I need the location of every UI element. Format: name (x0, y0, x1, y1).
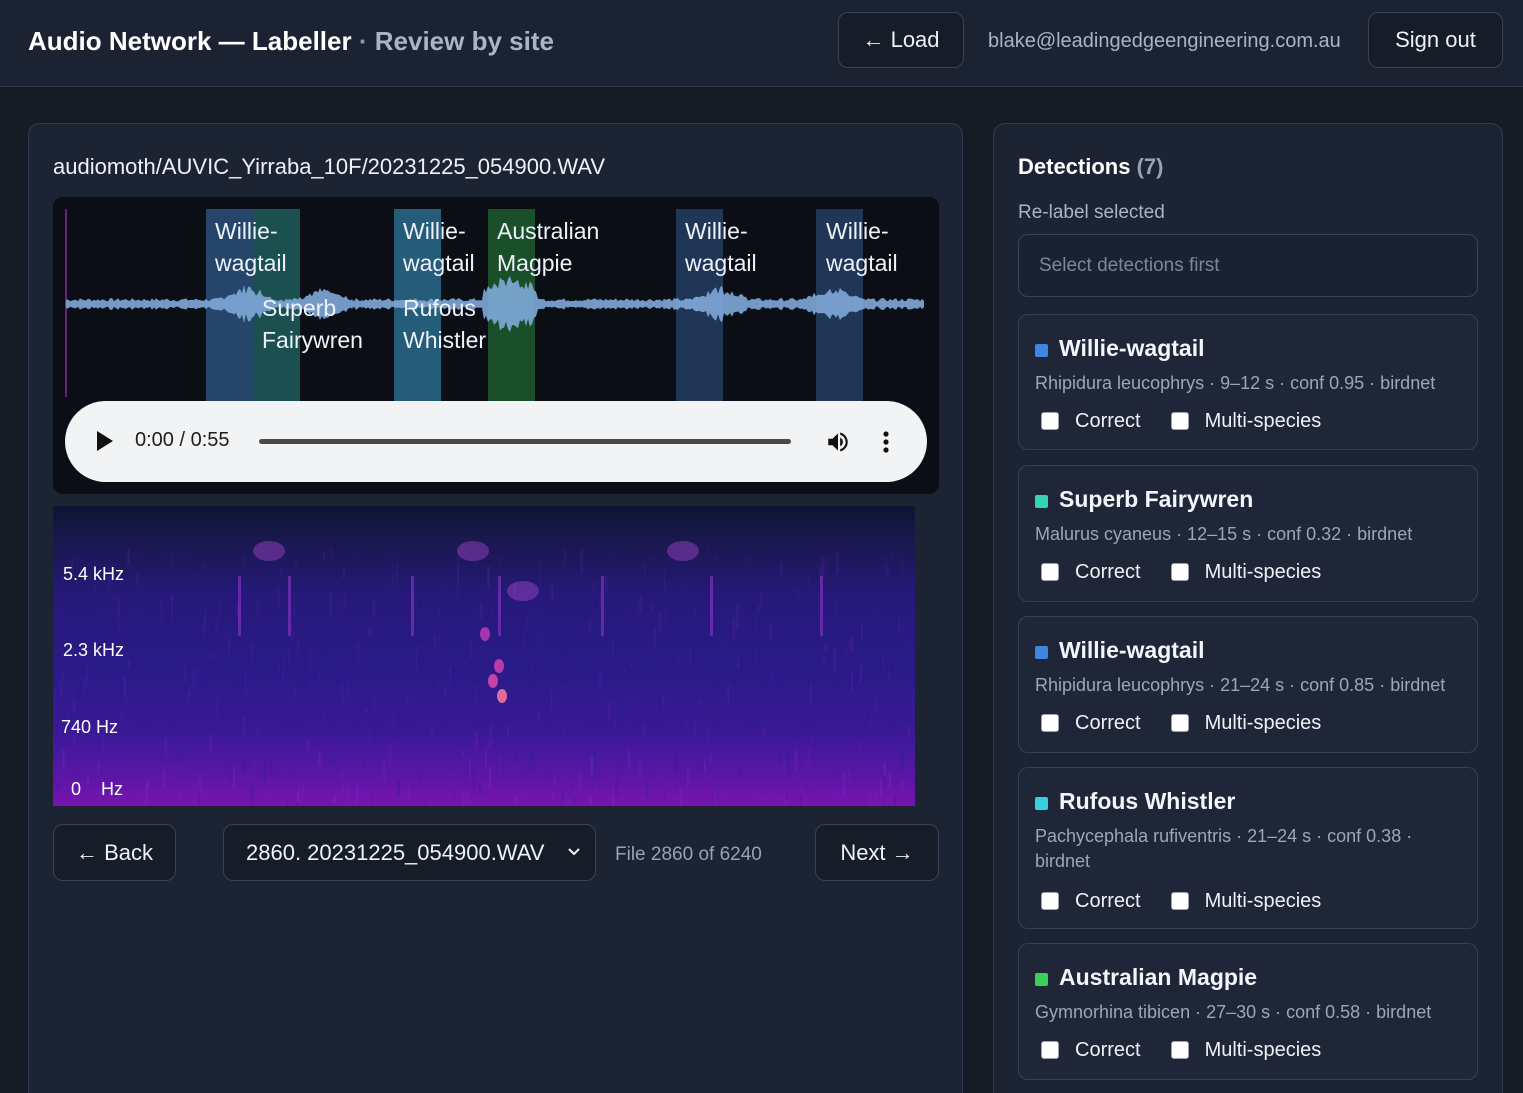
app-name: Audio Network — Labeller (28, 26, 352, 56)
audio-panel: audiomoth/AUVIC_Yirraba_10F/20231225_054… (28, 123, 963, 1093)
species-color-swatch (1035, 797, 1048, 810)
next-button[interactable]: Next → (815, 824, 939, 881)
relabel-select[interactable]: Select detections first (1018, 234, 1478, 297)
seek-bar[interactable] (259, 439, 791, 444)
detection-checkboxes: Correct Multi-species (1041, 1038, 1321, 1062)
waveform-view[interactable]: Willie- wagtail Superb Fairywren Willie-… (53, 197, 939, 494)
multi-species-checkbox[interactable] (1170, 714, 1189, 732)
species-color-swatch (1035, 646, 1048, 659)
load-button[interactable]: ← Load (838, 12, 964, 68)
freq-label: 5.4 kHz (63, 564, 125, 584)
correct-checkbox[interactable] (1041, 892, 1059, 910)
detection-species: Australian Magpie (1059, 964, 1258, 990)
detection-card[interactable]: Willie-wagtail Rhipidura leucophrys · 9–1… (1018, 314, 1478, 450)
page-subtitle: Review by site (374, 26, 554, 56)
multi-species-checkbox[interactable] (1170, 563, 1189, 581)
volume-icon[interactable] (825, 429, 851, 455)
region-label: Rufous Whistler (403, 295, 487, 353)
correct-checkbox[interactable] (1041, 412, 1059, 430)
region-label: Superb Fairywren (262, 295, 363, 353)
detection-checkboxes: Correct Multi-species (1041, 560, 1321, 584)
playback-time: 0:00 / 0:55 (135, 429, 230, 451)
multi-species-checkbox[interactable] (1170, 892, 1189, 910)
multi-species-checkbox[interactable] (1170, 1041, 1189, 1059)
detection-meta: Rhipidura leucophrys · 9–12 s · conf 0.9… (1035, 373, 1436, 393)
sign-out-button[interactable]: Sign out (1368, 12, 1503, 68)
correct-label: Correct (1075, 1038, 1141, 1061)
detection-card[interactable]: Superb Fairywren Malurus cyaneus · 12–15 … (1018, 465, 1478, 602)
region-label: Willie- wagtail (215, 218, 287, 276)
freq-label: 2.3 kHz (63, 640, 125, 660)
detection-checkboxes: Correct Multi-species (1041, 889, 1321, 913)
detection-meta: Gymnorhina tibicen · 27–30 s · conf 0.58… (1035, 1002, 1432, 1022)
correct-label: Correct (1075, 560, 1141, 583)
correct-checkbox[interactable] (1041, 714, 1059, 732)
detection-species: Willie-wagtail (1059, 335, 1205, 361)
relabel-label: Re-label selected (1018, 202, 1165, 223)
app-title: Audio Network — Labeller · Review by sit… (28, 26, 554, 57)
detection-card[interactable]: Rufous Whistler Pachycephala rufiventris … (1018, 767, 1478, 929)
detection-meta: Rhipidura leucophrys · 21–24 s · conf 0.… (1035, 675, 1446, 695)
multi-species-label: Multi-species (1204, 560, 1322, 583)
detection-species: Superb Fairywren (1059, 486, 1254, 512)
detections-heading: Detections (1018, 154, 1131, 179)
detection-meta: Pachycephala rufiventris · 21–24 s · con… (1035, 826, 1413, 871)
file-count: File 2860 of 6240 (615, 844, 762, 865)
file-select[interactable]: 2860. 20231225_054900.WAV (223, 824, 596, 881)
detections-count: (7) (1136, 154, 1164, 179)
detection-card[interactable]: Australian Magpie Gymnorhina tibicen · 27… (1018, 943, 1478, 1080)
region-label: Willie- wagtail (826, 218, 898, 276)
species-color-swatch (1035, 344, 1048, 357)
detections-panel: Detections (7) Re-label selected Select … (993, 123, 1503, 1093)
more-options-icon[interactable] (881, 430, 891, 454)
multi-species-label: Multi-species (1204, 889, 1322, 912)
correct-label: Correct (1075, 889, 1141, 912)
detection-meta: Malurus cyaneus · 12–15 s · conf 0.32 · … (1035, 524, 1413, 544)
back-button[interactable]: ← Back (53, 824, 176, 881)
region-label: Australian Magpie (497, 218, 600, 276)
detections-title: Detections (7) (1018, 154, 1164, 180)
correct-label: Correct (1075, 711, 1141, 734)
detection-species: Rufous Whistler (1059, 788, 1236, 814)
freq-label: 740 Hz (61, 717, 119, 737)
detection-card[interactable]: Willie-wagtail Rhipidura leucophrys · 21–… (1018, 616, 1478, 753)
correct-label: Correct (1075, 409, 1141, 432)
species-color-swatch (1035, 495, 1048, 508)
multi-species-label: Multi-species (1204, 1038, 1322, 1061)
spectrogram[interactable]: 5.4 kHz 2.3 kHz 740 Hz 0 Hz (53, 506, 915, 806)
correct-checkbox[interactable] (1041, 563, 1059, 581)
freq-label: 0 Hz (71, 779, 124, 799)
user-email: blake@leadingedgeengineering.com.au (988, 30, 1341, 52)
file-path: audiomoth/AUVIC_Yirraba_10F/20231225_054… (53, 154, 605, 179)
play-icon[interactable] (97, 431, 113, 451)
waveform-trace (65, 209, 924, 397)
multi-species-label: Multi-species (1204, 409, 1322, 432)
chevron-down-icon (568, 848, 580, 856)
file-select-value: 2860. 20231225_054900.WAV (246, 839, 545, 865)
region-label: Willie- wagtail (685, 218, 757, 276)
title-separator: · (358, 26, 368, 56)
spectrogram-image (53, 541, 915, 806)
audio-player: 0:00 / 0:55 (65, 401, 927, 482)
detection-checkboxes: Correct Multi-species (1041, 711, 1321, 735)
region-label: Willie- wagtail (403, 218, 475, 276)
multi-species-checkbox[interactable] (1170, 412, 1189, 430)
top-bar: Audio Network — Labeller · Review by sit… (0, 0, 1523, 87)
correct-checkbox[interactable] (1041, 1041, 1059, 1059)
species-color-swatch (1035, 973, 1048, 986)
detection-checkboxes: Correct Multi-species (1041, 409, 1321, 433)
detection-species: Willie-wagtail (1059, 637, 1205, 663)
multi-species-label: Multi-species (1204, 711, 1322, 734)
